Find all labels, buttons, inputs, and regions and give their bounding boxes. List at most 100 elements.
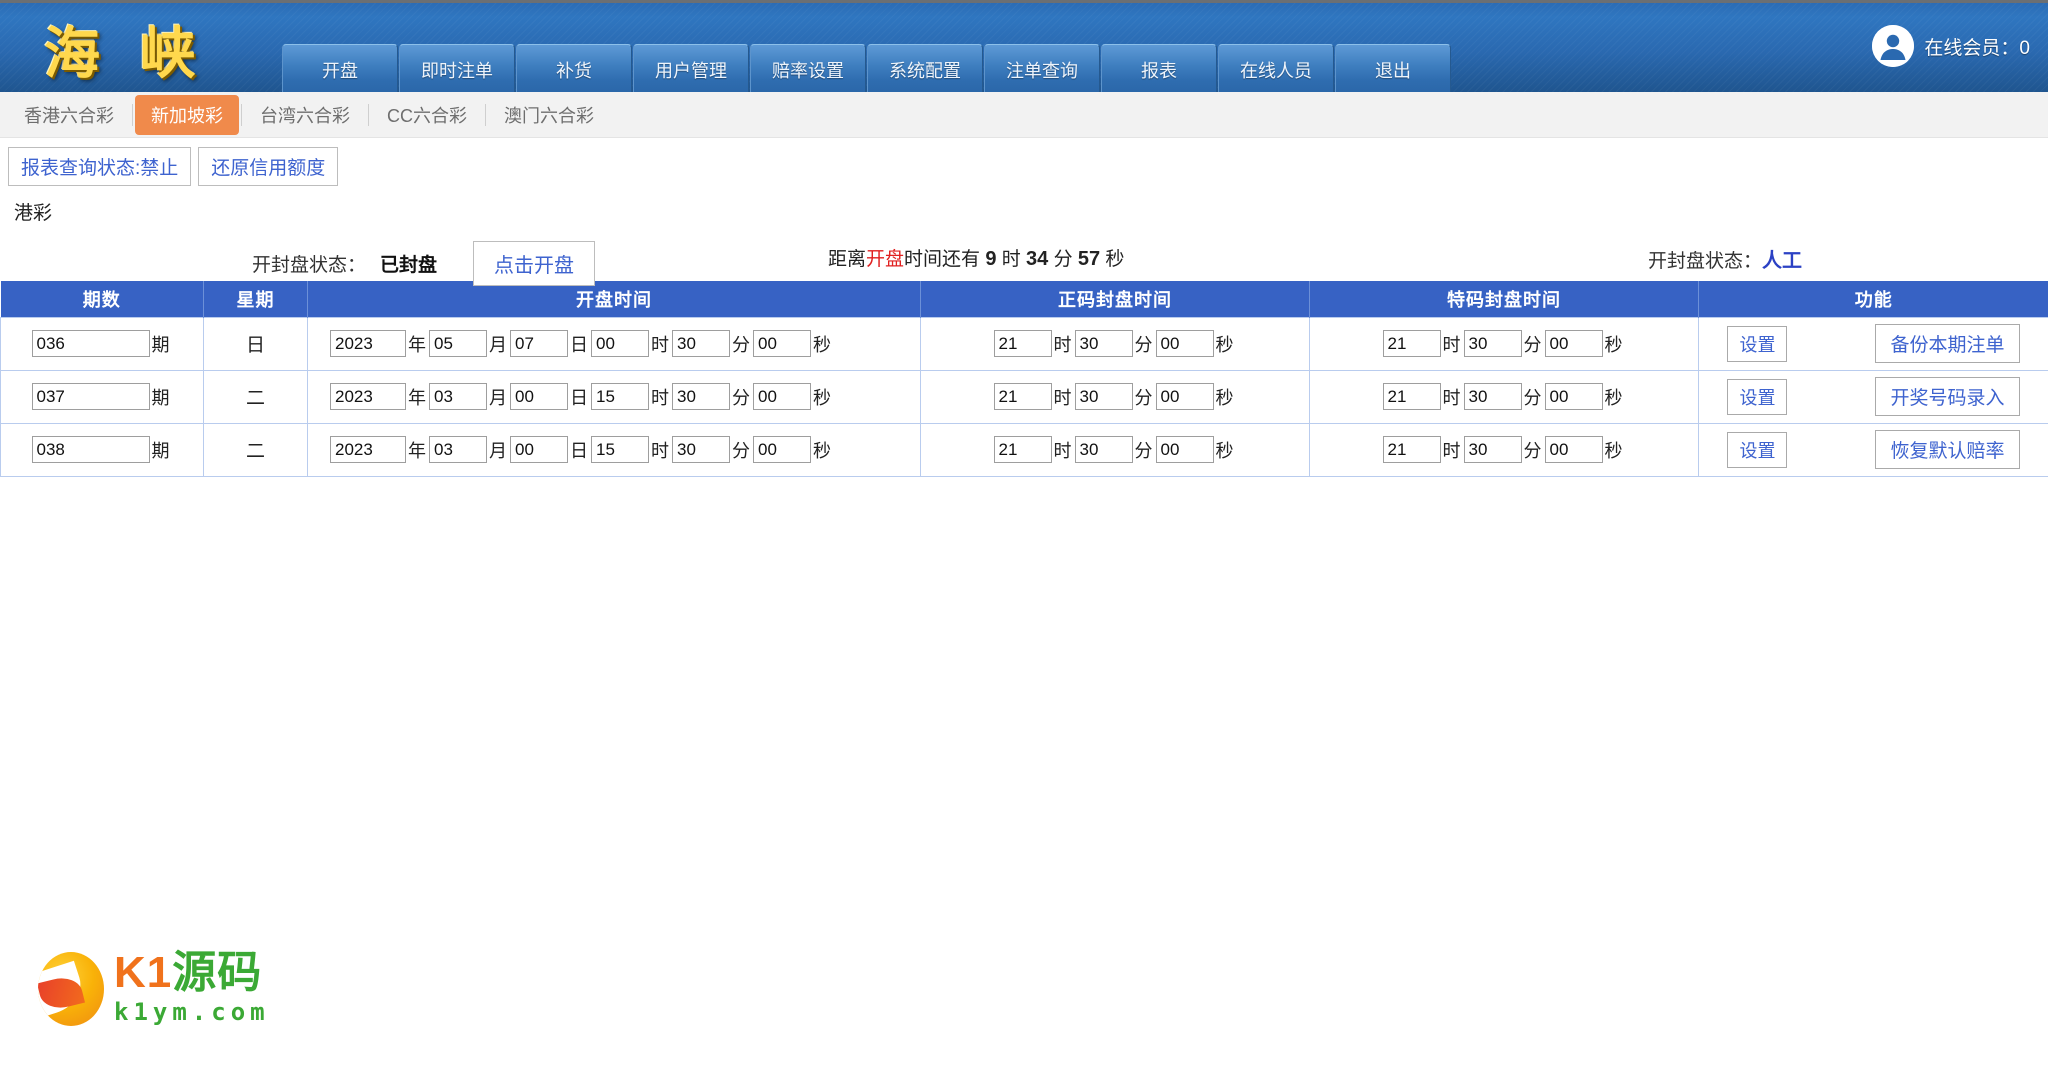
- cell-normal-close: 时 分 秒: [920, 422, 1310, 477]
- nav-item-yonghuguanli[interactable]: 用户管理: [633, 44, 749, 92]
- nav-item-peilvshezhi[interactable]: 赔率设置: [750, 44, 866, 92]
- row-setting-button[interactable]: 设置: [1727, 431, 1788, 468]
- nav-item-baobiao[interactable]: 报表: [1101, 44, 1217, 92]
- normal-minute-input[interactable]: [1074, 383, 1133, 410]
- normal-minute-input[interactable]: [1074, 436, 1133, 463]
- board-status-strip: 开封盘状态： 已封盘 点击开盘 距离开盘时间还有 9 时 34 分 57 秒 开…: [0, 229, 2048, 286]
- restore-default-odds-button[interactable]: 恢复默认赔率: [1875, 430, 2020, 469]
- special-minute-input[interactable]: [1463, 330, 1522, 357]
- table-body: 期 日 年 月 日 时 分 秒: [0, 316, 2048, 477]
- open-hour-input[interactable]: [591, 330, 649, 357]
- normal-close-group: 时 分 秒: [925, 383, 1305, 410]
- restore-credit-button[interactable]: 还原信用额度: [198, 147, 339, 186]
- tab-divider-4: [485, 103, 486, 126]
- report-query-status-button[interactable]: 报表查询状态:禁止: [8, 147, 192, 186]
- open-year-input[interactable]: [330, 330, 406, 357]
- unit-minute: 分: [732, 334, 750, 355]
- special-close-group: 时 分 秒: [1314, 330, 1694, 357]
- tab-divider-3: [368, 103, 369, 126]
- issue-group: 期: [5, 436, 199, 463]
- nav-item-kaipan[interactable]: 开盘: [282, 44, 398, 92]
- lottery-tab-singapore[interactable]: 新加坡彩: [135, 94, 239, 135]
- open-day-input[interactable]: [510, 436, 568, 463]
- lottery-tab-cc[interactable]: CC六合彩: [371, 96, 483, 134]
- open-hour-input[interactable]: [591, 436, 649, 463]
- open-second-input[interactable]: [753, 436, 811, 463]
- issue-input[interactable]: [31, 383, 150, 410]
- schedule-table: 期数 星期 开盘时间 正码封盘时间 特码封盘时间 功能 期 日 年: [0, 281, 2048, 477]
- cell-special-close: 时 分 秒: [1309, 422, 1699, 477]
- open-day-input[interactable]: [510, 330, 568, 357]
- cell-weekday: 日: [203, 316, 308, 371]
- cell-open-time: 年 月 日 时 分 秒: [307, 316, 921, 371]
- open-hour-input[interactable]: [591, 383, 649, 410]
- normal-second-input[interactable]: [1155, 383, 1214, 410]
- nav-item-jishizhudan[interactable]: 即时注单: [399, 44, 515, 92]
- tab-divider-1: [132, 103, 133, 126]
- unit-hour: 时: [1442, 387, 1461, 408]
- special-second-input[interactable]: [1544, 330, 1603, 357]
- backup-current-bets-button[interactable]: 备份本期注单: [1875, 324, 2020, 363]
- open-minute-input[interactable]: [672, 436, 730, 463]
- special-second-input[interactable]: [1544, 383, 1603, 410]
- issue-input[interactable]: [31, 436, 150, 463]
- special-close-group: 时 分 秒: [1314, 383, 1694, 410]
- unit-second: 秒: [1215, 334, 1234, 355]
- normal-second-input[interactable]: [1155, 330, 1214, 357]
- open-month-input[interactable]: [429, 330, 487, 357]
- open-board-button[interactable]: 点击开盘: [473, 241, 596, 286]
- nav-item-zhudanchaxun[interactable]: 注单查询: [984, 44, 1100, 92]
- unit-hour: 时: [651, 334, 669, 355]
- lottery-tab-taiwan[interactable]: 台湾六合彩: [244, 96, 366, 134]
- special-second-input[interactable]: [1544, 436, 1603, 463]
- normal-second-input[interactable]: [1155, 436, 1214, 463]
- unit-second: 秒: [813, 334, 831, 355]
- cell-functions: 设置 备份本期注单: [1698, 316, 2048, 371]
- row-setting-button[interactable]: 设置: [1727, 378, 1788, 415]
- unit-minute: 分: [732, 440, 750, 461]
- tab-divider-2: [241, 103, 242, 126]
- unit-month: 月: [489, 387, 507, 408]
- open-time-group: 年 月 日 时 分 秒: [312, 330, 916, 357]
- row-setting-button[interactable]: 设置: [1727, 325, 1788, 362]
- special-hour-input[interactable]: [1382, 330, 1441, 357]
- special-minute-input[interactable]: [1463, 383, 1522, 410]
- special-hour-input[interactable]: [1382, 383, 1441, 410]
- nav-item-zaixianrenyuan[interactable]: 在线人员: [1218, 44, 1334, 92]
- open-month-input[interactable]: [429, 383, 487, 410]
- brand-logo: 海 峡: [44, 22, 206, 87]
- open-minute-input[interactable]: [672, 383, 730, 410]
- open-minute-input[interactable]: [672, 330, 730, 357]
- unit-minute: 分: [732, 387, 750, 408]
- normal-minute-input[interactable]: [1074, 330, 1133, 357]
- open-month-input[interactable]: [429, 436, 487, 463]
- nav-item-buhuo[interactable]: 补货: [516, 44, 632, 92]
- open-year-input[interactable]: [330, 383, 406, 410]
- unit-issue: 期: [151, 440, 170, 461]
- open-second-input[interactable]: [753, 383, 811, 410]
- normal-hour-input[interactable]: [993, 330, 1052, 357]
- unit-hour: 时: [1442, 440, 1461, 461]
- enter-draw-number-button[interactable]: 开奖号码录入: [1875, 377, 2020, 416]
- functions-group: 设置 备份本期注单: [1703, 324, 2044, 363]
- open-day-input[interactable]: [510, 383, 568, 410]
- normal-hour-input[interactable]: [993, 436, 1052, 463]
- special-minute-input[interactable]: [1463, 436, 1522, 463]
- cell-open-time: 年 月 日 时 分 秒: [307, 422, 921, 477]
- col-header-normal-close: 正码封盘时间: [920, 281, 1310, 317]
- issue-input[interactable]: [31, 330, 150, 357]
- open-second-input[interactable]: [753, 330, 811, 357]
- nav-item-tuichu[interactable]: 退出: [1335, 44, 1451, 92]
- footer-watermark-logo: K1源码 k1ym.com: [38, 951, 270, 1026]
- lottery-tab-hongkong[interactable]: 香港六合彩: [8, 96, 130, 134]
- nav-item-xitongpeizhi[interactable]: 系统配置: [867, 44, 983, 92]
- table-header-row: 期数 星期 开盘时间 正码封盘时间 特码封盘时间 功能: [0, 281, 2048, 317]
- normal-close-group: 时 分 秒: [925, 330, 1305, 357]
- board-mode-value[interactable]: 人工: [1762, 250, 1802, 272]
- normal-hour-input[interactable]: [993, 383, 1052, 410]
- footer-logo-text: K1源码 k1ym.com: [114, 951, 270, 1026]
- special-hour-input[interactable]: [1382, 436, 1441, 463]
- table-row: 期 二 年 月 日 时 分 秒: [0, 369, 2048, 424]
- open-year-input[interactable]: [330, 436, 406, 463]
- lottery-tab-macau[interactable]: 澳门六合彩: [488, 96, 610, 134]
